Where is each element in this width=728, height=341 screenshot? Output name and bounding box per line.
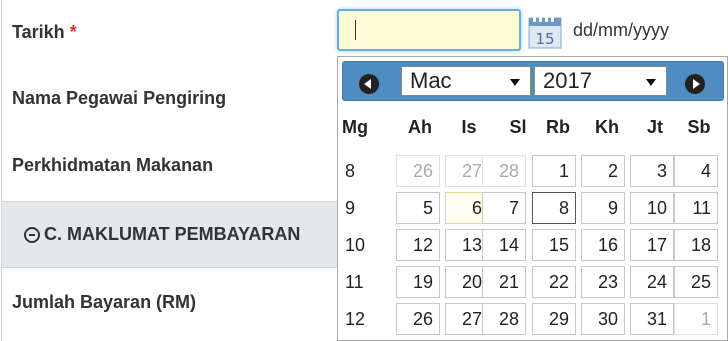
day-cell[interactable]: 1 [532,155,576,187]
day-cell[interactable]: 23 [581,266,625,298]
svg-text:15: 15 [535,30,554,48]
day-cell[interactable]: 7 [482,192,526,224]
date-format-hint: dd/mm/yyyy [573,20,670,40]
payment-section-header[interactable]: C. MAKLUMAT PEMBAYARAN [2,201,345,268]
day-cell[interactable]: 10 [630,192,674,224]
day-cell[interactable]: 19 [396,266,440,298]
day-cell[interactable]: 25 [674,266,718,298]
day-cell[interactable]: 15 [532,229,576,261]
day-cell[interactable]: 26 [396,155,440,187]
day-cell[interactable]: 11 [674,192,718,224]
text-cursor [355,20,356,40]
month-value: Mac [410,68,452,93]
datepicker-popup: Mac 2017 Mg Ah Is Sl Rb Kh Jt Sb 8 26 27 28 1 2 3 4 9 5 6 7… [337,56,728,341]
weekday-header: Sb [687,117,711,137]
day-cell[interactable]: 1 [674,303,718,335]
year-select[interactable]: 2017 [534,66,667,96]
day-cell[interactable]: 22 [532,266,576,298]
week-number: 9 [345,198,356,218]
amount-label: Jumlah Bayaran (RM) [12,292,197,312]
weekday-header: Mg [342,117,368,137]
officer-label: Nama Pegawai Pengiring [12,88,227,108]
day-cell[interactable]: 26 [396,303,440,335]
day-cell[interactable]: 5 [396,192,440,224]
month-select[interactable]: Mac [401,66,531,96]
day-cell[interactable]: 31 [630,303,674,335]
day-cell[interactable]: 21 [482,266,526,298]
collapse-minus-icon[interactable] [24,226,40,243]
year-value: 2017 [543,68,592,93]
day-cell[interactable]: 30 [581,303,625,335]
day-cell[interactable]: 12 [396,229,440,261]
weekday-header: Ah [408,117,432,137]
datepicker-header: Mac 2017 [342,61,724,101]
day-cell[interactable]: 18 [674,229,718,261]
form-panel: Tarikh * Nama Pegawai Pengiring Perkhidm… [0,0,345,341]
day-cell[interactable]: 4 [674,155,718,187]
week-number: 11 [345,272,364,292]
day-cell[interactable]: 3 [630,155,674,187]
calendar-icon[interactable]: 15 [528,15,562,49]
week-number: 10 [345,235,366,255]
week-number: 12 [345,309,366,329]
day-cell[interactable]: 8 [532,192,576,224]
prev-month-icon[interactable] [359,74,379,94]
next-month-icon[interactable] [685,74,705,94]
date-input[interactable] [337,9,521,51]
day-cell[interactable]: 2 [581,155,625,187]
day-cell[interactable]: 9 [581,192,625,224]
section-title-text: C. MAKLUMAT PEMBAYARAN [44,224,301,244]
weekday-header: Kh [595,117,619,137]
day-cell[interactable]: 16 [581,229,625,261]
date-label-text: Tarikh [12,22,65,42]
section-title: C. MAKLUMAT PEMBAYARAN [24,224,300,245]
dropdown-arrow-icon [646,79,656,86]
dropdown-arrow-icon [510,79,520,86]
weekday-header: Rb [546,117,570,137]
date-label: Tarikh * [12,22,77,43]
day-cell[interactable]: 29 [532,303,576,335]
day-cell[interactable]: 28 [482,303,526,335]
day-cell[interactable]: 14 [482,229,526,261]
food-service-label: Perkhidmatan Makanan [12,155,214,175]
day-cell[interactable]: 17 [630,229,674,261]
weekday-header: Is [461,117,477,137]
required-mark: * [69,22,77,42]
week-number: 8 [345,161,356,181]
day-cell[interactable]: 24 [630,266,674,298]
day-cell[interactable]: 28 [482,155,526,187]
weekday-header: Jt [646,117,663,137]
